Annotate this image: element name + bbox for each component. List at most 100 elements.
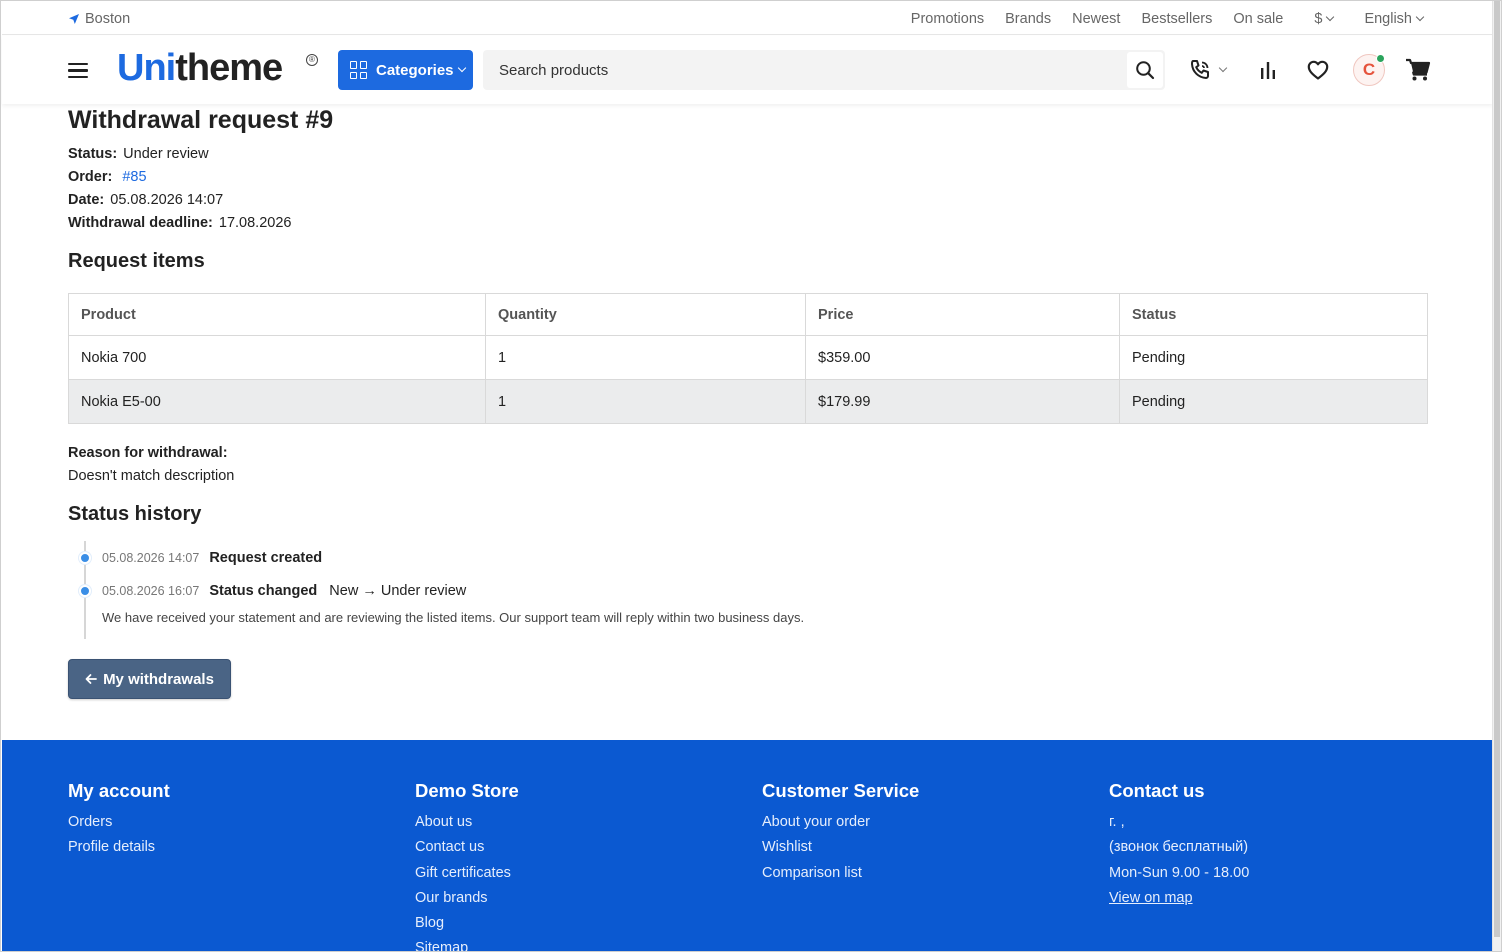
- logo[interactable]: Unitheme: [117, 47, 283, 90]
- cell-status: Pending: [1119, 335, 1428, 380]
- logo-part-1: Uni: [117, 47, 176, 89]
- avatar-initial: C: [1362, 60, 1376, 79]
- cell-product: Nokia E5-00: [68, 379, 486, 424]
- timeline-date: 05.08.2026 16:07: [102, 584, 200, 598]
- heart-icon: [1307, 60, 1329, 80]
- request-items-heading: Request items: [68, 250, 205, 272]
- my-withdrawals-button[interactable]: My withdrawals: [68, 659, 231, 699]
- main-header: Unitheme ® Categories C: [2, 36, 1493, 104]
- footer-link-gift-certificates[interactable]: Gift certificates: [415, 862, 519, 887]
- top-nav-brands[interactable]: Brands: [1005, 11, 1051, 27]
- request-items-table: Product Quantity Price Status Nokia 700 …: [68, 293, 1428, 424]
- footer-column-customer-service: Customer Service About your order Wishli…: [762, 780, 919, 887]
- footer-link-comparison-list[interactable]: Comparison list: [762, 862, 919, 887]
- wishlist-button[interactable]: [1302, 54, 1334, 86]
- cell-quantity: 1: [485, 379, 806, 424]
- footer-column-title: Demo Store: [415, 780, 519, 801]
- location-label: Boston: [85, 11, 131, 27]
- currency-label: $: [1314, 11, 1323, 27]
- page-title: Withdrawal request #9: [68, 106, 334, 134]
- page-scrollbar[interactable]: [1492, 1, 1501, 951]
- top-bar: Boston Promotions Brands Newest Bestsell…: [2, 2, 1493, 35]
- reason-text: Doesn't match description: [68, 468, 235, 484]
- footer-link-contact-us[interactable]: Contact us: [415, 836, 519, 861]
- cell-quantity: 1: [485, 335, 806, 380]
- timeline-event: Status changed: [209, 583, 318, 599]
- menu-icon[interactable]: [68, 63, 88, 79]
- footer-link-orders[interactable]: Orders: [68, 811, 170, 836]
- search-button[interactable]: [1127, 52, 1163, 88]
- top-nav-promotions[interactable]: Promotions: [911, 11, 984, 27]
- status-line: Status: Under review: [68, 146, 209, 162]
- column-header-status: Status: [1119, 293, 1428, 336]
- avatar[interactable]: C: [1353, 54, 1385, 86]
- footer-column-title: Contact us: [1109, 780, 1205, 801]
- order-link[interactable]: #85: [122, 169, 146, 185]
- online-status-icon: [1376, 54, 1385, 63]
- deadline-label: Withdrawal deadline:: [68, 215, 213, 231]
- table-header-row: Product Quantity Price Status: [68, 293, 1428, 336]
- footer-link-our-brands[interactable]: Our brands: [415, 887, 519, 912]
- my-withdrawals-label: My withdrawals: [103, 670, 214, 688]
- table-row: Nokia 700 1 $359.00 Pending: [68, 335, 1428, 380]
- currency-selector[interactable]: $: [1314, 11, 1335, 27]
- compare-button[interactable]: [1252, 54, 1284, 86]
- footer-column-my-account: My account Orders Profile details: [68, 780, 170, 862]
- language-selector[interactable]: English: [1364, 11, 1425, 27]
- location-arrow-icon: [69, 14, 79, 24]
- footer-link-about-your-order[interactable]: About your order: [762, 811, 919, 836]
- registered-mark-icon: ®: [306, 54, 318, 66]
- column-header-quantity: Quantity: [485, 293, 806, 336]
- categories-button[interactable]: Categories: [338, 50, 473, 90]
- footer-column-title: Customer Service: [762, 780, 920, 801]
- cart-button[interactable]: [1402, 54, 1434, 86]
- location-selector[interactable]: Boston: [68, 11, 130, 27]
- search-box: [483, 50, 1165, 90]
- column-header-price: Price: [805, 293, 1120, 336]
- cell-price: $179.99: [805, 379, 1120, 424]
- phone-icon: [1191, 60, 1209, 79]
- chevron-down-icon: [1415, 12, 1425, 22]
- scrollbar-thumb[interactable]: [1494, 1, 1500, 937]
- arrow-left-icon: [85, 674, 97, 684]
- search-input[interactable]: [483, 50, 1123, 90]
- timeline-dot-icon: [79, 552, 91, 564]
- timeline-comment: We have received your statement and are …: [102, 610, 805, 625]
- footer-link-view-on-map[interactable]: View on map: [1109, 887, 1249, 912]
- footer-contact-phone-note: (звонок бесплатный): [1109, 839, 1249, 856]
- deadline-line: Withdrawal deadline: 17.08.2026: [68, 215, 291, 231]
- column-header-product: Product: [68, 293, 486, 336]
- status-timeline: 05.08.2026 14:07 Request created 05.08.2…: [68, 541, 968, 639]
- chevron-down-icon: [1326, 12, 1335, 22]
- footer-column-title: My account: [68, 780, 170, 801]
- footer-contact-address: г. ,: [1109, 814, 1125, 830]
- grid-icon: [350, 61, 368, 79]
- date-label: Date:: [68, 192, 105, 208]
- top-nav-on-sale[interactable]: On sale: [1233, 11, 1283, 27]
- footer-link-blog[interactable]: Blog: [415, 912, 519, 937]
- footer-link-about-us[interactable]: About us: [415, 811, 519, 836]
- status-label: Status:: [68, 146, 118, 162]
- reason-label: Reason for withdrawal:: [68, 445, 228, 461]
- status-history-heading: Status history: [68, 503, 202, 525]
- deadline-value: 17.08.2026: [218, 215, 292, 231]
- table-row: Nokia E5-00 1 $179.99 Pending: [68, 379, 1428, 424]
- footer-link-wishlist[interactable]: Wishlist: [762, 836, 919, 861]
- cell-status: Pending: [1119, 379, 1428, 424]
- footer-link-sitemap[interactable]: Sitemap: [415, 937, 519, 951]
- footer-column-contact-us: Contact us г. , (звонок бесплатный) Mon-…: [1109, 780, 1249, 912]
- order-line: Order: #85: [68, 169, 147, 185]
- timeline-status-change: New → Under review: [329, 583, 467, 599]
- footer: My account Orders Profile details Demo S…: [2, 740, 1493, 951]
- date-line: Date: 05.08.2026 14:07: [68, 192, 223, 208]
- top-nav: Promotions Brands Newest Bestsellers On …: [911, 11, 1425, 27]
- order-label: Order:: [68, 169, 113, 185]
- top-nav-newest[interactable]: Newest: [1072, 11, 1120, 27]
- browser-frame: Boston Promotions Brands Newest Bestsell…: [0, 0, 1502, 952]
- timeline-entry: 05.08.2026 16:07 Status changed New → Un…: [102, 583, 466, 599]
- phone-dropdown[interactable]: [1183, 54, 1231, 86]
- date-value: 05.08.2026 14:07: [110, 192, 224, 208]
- footer-link-profile-details[interactable]: Profile details: [68, 836, 170, 861]
- top-nav-bestsellers[interactable]: Bestsellers: [1141, 11, 1212, 27]
- timeline-entry: 05.08.2026 14:07 Request created: [102, 550, 322, 566]
